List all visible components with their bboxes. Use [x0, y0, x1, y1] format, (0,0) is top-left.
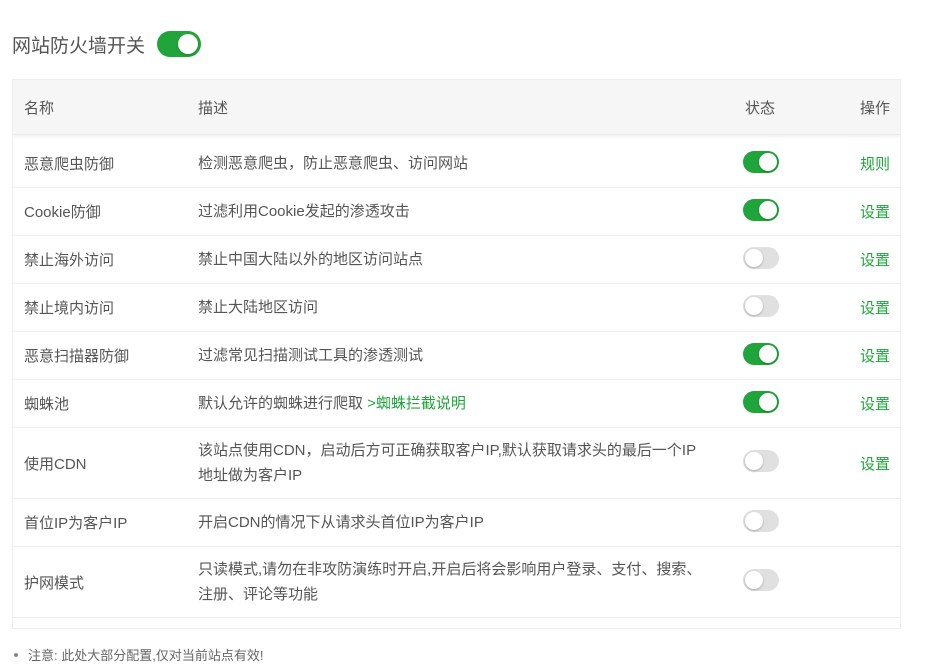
rules-link[interactable]: 规则: [860, 156, 890, 173]
row-name: 恶意扫描器防御: [24, 348, 130, 365]
row-name: 恶意爬虫防御: [24, 156, 115, 173]
row-description: 默认允许的蜘蛛进行爬取 >蜘蛛拦截说明: [187, 391, 723, 416]
row-description-text: 过滤常见扫描测试工具的渗透测试: [198, 347, 424, 364]
firewall-master-switch-group: 网站防火墙开关: [12, 30, 202, 58]
row-operation: 规则: [822, 153, 900, 174]
protection-mode-toggle[interactable]: [743, 569, 779, 591]
row-description: 该站点使用CDN，启动后方可正确获取客户IP,默认获取请求头的最后一个IP地址做…: [187, 438, 723, 488]
row-description-text: 过滤利用Cookie发起的渗透攻击: [198, 203, 410, 220]
row-description: 开启CDN的情况下从请求头首位IP为客户IP: [187, 510, 723, 535]
settings-link[interactable]: 设置: [860, 396, 890, 413]
row-description-text: 默认允许的蜘蛛进行爬取: [198, 395, 368, 412]
row-name: Cookie防御: [24, 204, 101, 221]
row-status: [723, 390, 822, 417]
row-status: [723, 246, 822, 273]
toggle-knob: [745, 511, 763, 530]
table-row: 使用CDN 该站点使用CDN，启动后方可正确获取客户IP,默认获取请求头的最后一…: [13, 428, 900, 499]
row-operation: 设置: [822, 453, 900, 474]
row-status: [723, 509, 822, 536]
cookie-defense-toggle[interactable]: [743, 198, 779, 221]
header-name: 名称: [24, 99, 55, 117]
row-description-text: 只读模式,请勿在非攻防演练时开启,开启后将会影响用户登录、支付、搜索、注册、评论…: [198, 561, 702, 603]
bullet-icon: [14, 652, 18, 657]
row-operation: 设置: [822, 249, 900, 270]
table-row: 禁止境内访问 禁止大陆地区访问 设置: [13, 284, 900, 332]
row-name: 蜘蛛池: [24, 396, 70, 413]
row-operation: 设置: [822, 201, 900, 222]
row-description-text: 禁止中国大陆以外的地区访问站点: [198, 251, 424, 268]
table-row: Cookie防御 过滤利用Cookie发起的渗透攻击 设置: [13, 188, 900, 236]
table-row: 恶意扫描器防御 过滤常见扫描测试工具的渗透测试 设置: [13, 332, 900, 380]
settings-link[interactable]: 设置: [860, 456, 890, 473]
malicious-crawler-toggle[interactable]: [743, 150, 779, 173]
block-domestic-toggle[interactable]: [743, 294, 779, 317]
row-status: [723, 569, 822, 595]
site-config-note: 注意: 此处大部分配置,仅对当前站点有效!: [14, 645, 263, 664]
table-row: 首位IP为客户IP 开启CDN的情况下从请求头首位IP为客户IP: [13, 499, 900, 547]
first-ip-client-toggle[interactable]: [743, 509, 779, 532]
table-row: 恶意爬虫防御 检测恶意爬虫，防止恶意爬虫、访问网站 规则: [13, 140, 900, 188]
row-description-text: 该站点使用CDN，启动后方可正确获取客户IP,默认获取请求头的最后一个IP地址做…: [198, 442, 697, 484]
toggle-knob: [759, 152, 777, 171]
row-description-text: 禁止大陆地区访问: [198, 299, 319, 316]
header-description: 描述: [198, 99, 229, 117]
toggle-knob: [759, 200, 777, 219]
row-name: 禁止海外访问: [24, 252, 115, 269]
toggle-knob: [759, 344, 777, 363]
settings-link[interactable]: 设置: [860, 300, 890, 317]
row-description: 禁止大陆地区访问: [187, 295, 723, 320]
row-status: [723, 294, 822, 321]
row-name: 首位IP为客户IP: [24, 515, 128, 532]
row-description: 只读模式,请勿在非攻防演练时开启,开启后将会影响用户登录、支付、搜索、注册、评论…: [187, 557, 723, 607]
table-row: 禁止海外访问 禁止中国大陆以外的地区访问站点 设置: [13, 236, 900, 284]
table-row: 蜘蛛池 默认允许的蜘蛛进行爬取 >蜘蛛拦截说明 设置: [13, 380, 900, 428]
row-description-text: 开启CDN的情况下从请求头首位IP为客户IP: [198, 514, 484, 531]
row-operation: 设置: [822, 297, 900, 318]
row-description: 过滤常见扫描测试工具的渗透测试: [187, 343, 723, 368]
firewall-rules-table: 名称 描述 状态 操作 恶意爬虫防御 检测恶意爬虫，防止恶意爬虫、访问网站 规则…: [12, 79, 901, 629]
row-status: [723, 450, 822, 476]
row-name: 禁止境内访问: [24, 300, 115, 317]
row-operation: 设置: [822, 393, 900, 414]
row-status: [723, 198, 822, 225]
row-status: [723, 150, 822, 177]
toggle-knob: [745, 571, 763, 589]
row-description: 过滤利用Cookie发起的渗透攻击: [187, 199, 723, 224]
use-cdn-toggle[interactable]: [743, 450, 779, 472]
spider-pool-toggle[interactable]: [743, 390, 779, 413]
settings-link[interactable]: 设置: [860, 204, 890, 221]
spider-block-info-link[interactable]: >蜘蛛拦截说明: [367, 395, 466, 412]
note-text: 注意: 此处大部分配置,仅对当前站点有效!: [28, 648, 264, 663]
header-operation: 操作: [859, 99, 890, 117]
toggle-knob: [745, 452, 763, 470]
row-description: 检测恶意爬虫，防止恶意爬虫、访问网站: [187, 151, 723, 176]
settings-link[interactable]: 设置: [860, 252, 890, 269]
row-status: [723, 342, 822, 369]
row-description-text: 检测恶意爬虫，防止恶意爬虫、访问网站: [198, 155, 469, 172]
table-header: 名称 描述 状态 操作: [13, 80, 900, 135]
table-row: 护网模式 只读模式,请勿在非攻防演练时开启,开启后将会影响用户登录、支付、搜索、…: [13, 547, 900, 618]
row-name: 护网模式: [24, 574, 85, 592]
firewall-master-label: 网站防火墙开关: [12, 35, 146, 57]
block-overseas-toggle[interactable]: [743, 246, 779, 269]
toggle-knob: [178, 34, 199, 54]
header-status: 状态: [745, 99, 776, 117]
settings-link[interactable]: 设置: [860, 348, 890, 365]
row-operation: 设置: [822, 345, 900, 366]
toggle-knob: [745, 248, 763, 267]
scanner-defense-toggle[interactable]: [743, 342, 779, 365]
row-name: 使用CDN: [24, 455, 87, 473]
firewall-master-toggle[interactable]: [157, 31, 202, 57]
toggle-knob: [759, 392, 777, 411]
toggle-knob: [745, 296, 763, 315]
row-description: 禁止中国大陆以外的地区访问站点: [187, 247, 723, 272]
